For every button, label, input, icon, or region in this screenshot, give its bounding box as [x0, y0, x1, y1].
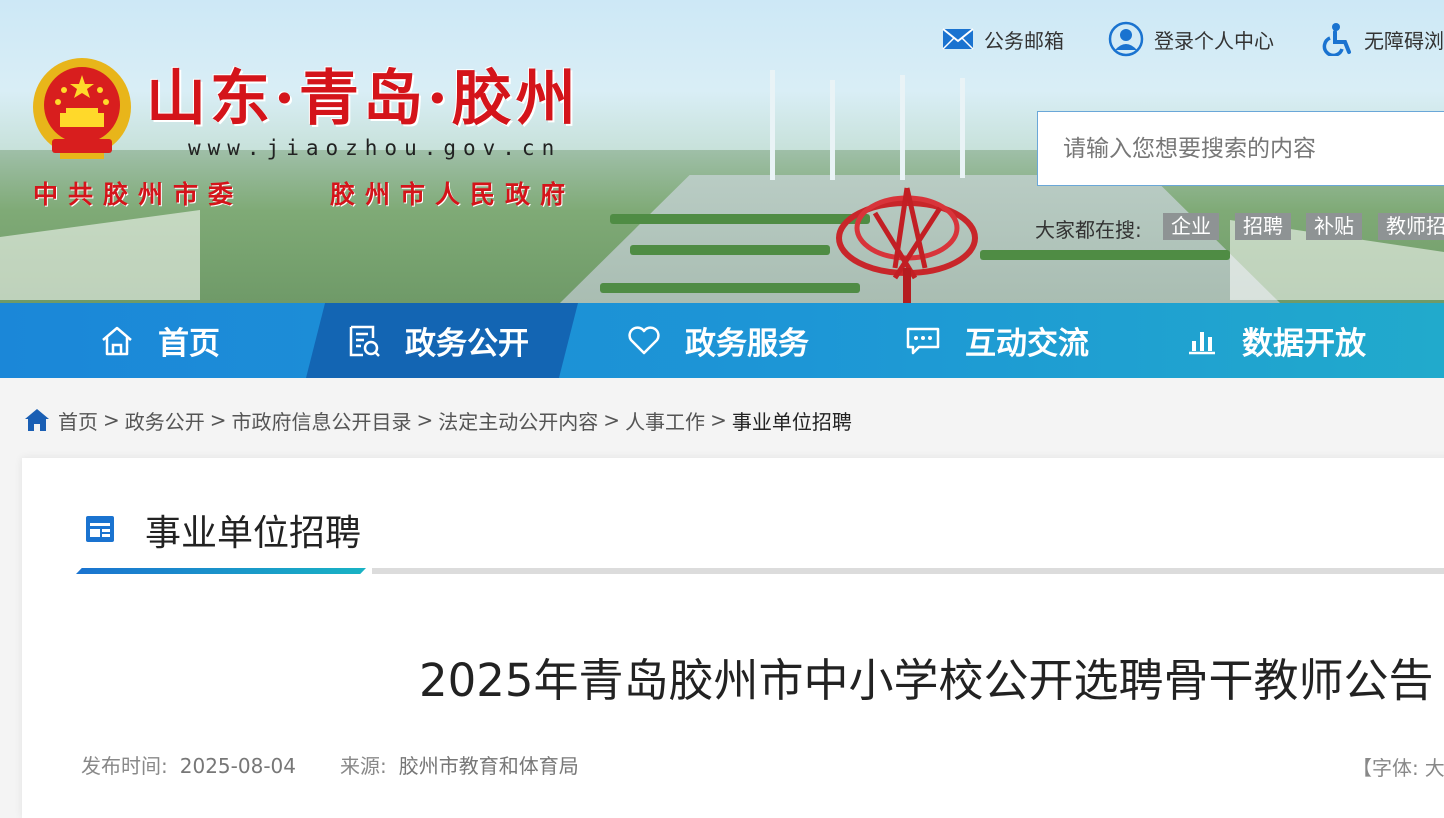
- official-mail-link[interactable]: 公务邮箱: [942, 24, 1064, 54]
- nav-label: 政务服务: [685, 326, 809, 362]
- section-icon: [86, 516, 114, 542]
- banner-hedge: [630, 245, 830, 255]
- breadcrumb-item[interactable]: 首页: [58, 406, 98, 435]
- font-size-control: 【字体: 大: [1352, 752, 1444, 781]
- breadcrumb-separator: >: [603, 408, 621, 432]
- government-text: 胶州市人民政府: [330, 180, 576, 209]
- login-label: 登录个人中心: [1154, 28, 1274, 53]
- header-banner: 山东·青岛·胶州 www.jiaozhou.gov.cn 中共胶州市委 胶州市人…: [0, 0, 1444, 303]
- font-size-label: 【字体:: [1352, 756, 1419, 780]
- nav-label: 互动交流: [965, 326, 1089, 362]
- nav-label: 首页: [158, 326, 220, 362]
- breadcrumb-item[interactable]: 人事工作: [625, 406, 705, 435]
- hot-tag[interactable]: 企业: [1163, 213, 1219, 240]
- section-divider-accent: [76, 568, 366, 574]
- hot-search-label: 大家都在搜:: [1035, 218, 1142, 242]
- national-emblem-icon: [33, 58, 131, 159]
- home-icon: [102, 326, 132, 355]
- search-box[interactable]: [1037, 111, 1444, 186]
- nav-label: 政务公开: [405, 326, 529, 362]
- publish-date-value: 2025-08-04: [179, 754, 296, 778]
- main-nav: 首页 政务公开 政务服务 互动交流 数据开放: [0, 303, 1444, 378]
- site-logo-title[interactable]: 山东·青岛·胶州: [146, 50, 580, 137]
- official-mail-label: 公务邮箱: [984, 28, 1064, 53]
- nav-item-open-data[interactable]: 数据开放: [1186, 303, 1366, 378]
- hot-tag[interactable]: 招聘: [1235, 213, 1291, 240]
- article-title: 2025年青岛胶州市中小学校公开选聘骨干教师公告: [419, 654, 1434, 707]
- section-divider: [372, 568, 1444, 574]
- breadcrumb-separator: >: [103, 408, 120, 432]
- nav-item-home[interactable]: 首页: [100, 303, 220, 378]
- chat-icon: [906, 327, 940, 354]
- breadcrumb-item[interactable]: 市政府信息公开目录: [232, 406, 412, 435]
- banner-hedge: [600, 283, 860, 293]
- party-committee-text: 中共胶州市委: [33, 180, 244, 209]
- banner-hedge: [980, 250, 1230, 260]
- source-label: 来源:: [340, 754, 387, 778]
- bar-chart-icon: [1189, 331, 1215, 354]
- breadcrumb: 首页 > 政务公开 > 市政府信息公开目录 > 法定主动公开内容 > 人事工作 > 事业单…: [24, 405, 852, 435]
- publish-date: 发布时间: 2025-08-04: [81, 750, 296, 779]
- source-value: 胶州市教育和体育局: [398, 754, 579, 778]
- user-icon: [1108, 21, 1144, 57]
- article-source: 来源: 胶州市教育和体育局: [340, 750, 579, 779]
- breadcrumb-separator: >: [416, 408, 434, 432]
- nav-item-government-affairs[interactable]: 政务公开: [347, 303, 529, 378]
- nav-item-government-services[interactable]: 政务服务: [627, 303, 809, 378]
- nav-item-interaction[interactable]: 互动交流: [905, 303, 1089, 378]
- breadcrumb-home-icon[interactable]: [24, 408, 50, 432]
- accessibility-label: 无障碍浏: [1364, 28, 1444, 53]
- content-card: 事业单位招聘 2025年青岛胶州市中小学校公开选聘骨干教师公告 发布时间: 202…: [22, 458, 1444, 818]
- search-input[interactable]: [1038, 112, 1444, 185]
- document-icon: [349, 325, 380, 357]
- mail-icon: [942, 28, 974, 50]
- hot-tag[interactable]: 教师招: [1378, 213, 1444, 240]
- publish-date-label: 发布时间:: [81, 754, 168, 778]
- heart-icon: [628, 325, 660, 354]
- red-sculpture-image: [836, 187, 978, 303]
- breadcrumb-current[interactable]: 事业单位招聘: [732, 406, 852, 435]
- site-url-text: www.jiaozhou.gov.cn: [188, 136, 562, 160]
- breadcrumb-item[interactable]: 政务公开: [125, 406, 205, 435]
- breadcrumb-separator: >: [209, 408, 227, 432]
- hot-tag[interactable]: 补贴: [1306, 213, 1362, 240]
- breadcrumb-item[interactable]: 法定主动公开内容: [438, 406, 598, 435]
- login-link[interactable]: 登录个人中心: [1108, 21, 1274, 57]
- font-size-large-button[interactable]: 大: [1425, 756, 1444, 780]
- section-title: 事业单位招聘: [145, 513, 362, 554]
- banner-pole: [770, 70, 775, 180]
- accessibility-icon: [1322, 23, 1351, 56]
- banner-hedge: [610, 214, 870, 224]
- accessibility-link[interactable]: 无障碍浏: [1320, 23, 1444, 56]
- breadcrumb-separator: >: [710, 408, 727, 432]
- nav-label: 数据开放: [1242, 326, 1366, 362]
